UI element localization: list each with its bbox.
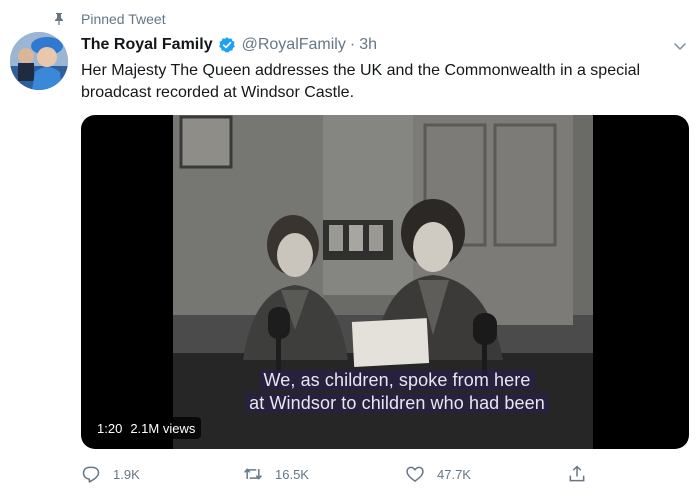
- reply-button[interactable]: 1.9K: [81, 462, 140, 486]
- tweet-text: Her Majesty The Queen addresses the UK a…: [81, 62, 641, 101]
- subtitle-text-2: at Windsor to children who had been: [245, 393, 549, 413]
- retweet-count: 16.5K: [275, 466, 309, 482]
- avatar[interactable]: [10, 32, 68, 90]
- subtitle-text-1: We, as children, spoke from here: [259, 370, 535, 390]
- video-player[interactable]: We, as children, spoke from here at Wind…: [81, 115, 689, 449]
- chevron-down-icon[interactable]: [670, 36, 690, 56]
- video-subtitle-line: We, as children, spoke from here: [227, 370, 567, 391]
- video-subtitle-line: at Windsor to children who had been: [227, 393, 567, 414]
- verified-badge-icon: [218, 37, 235, 53]
- avatar-image: [10, 32, 68, 90]
- separator-dot: ·: [349, 36, 356, 53]
- tweet-action-bar: 1.9K 16.5K 47.7K: [81, 462, 601, 486]
- share-button[interactable]: [567, 462, 587, 486]
- user-handle[interactable]: @RoyalFamily: [242, 36, 346, 54]
- like-count: 47.7K: [437, 466, 471, 482]
- reply-count: 1.9K: [113, 466, 140, 482]
- pinned-label-text: Pinned Tweet: [81, 11, 166, 27]
- display-name[interactable]: The Royal Family: [81, 36, 213, 54]
- pin-icon: [55, 13, 63, 25]
- share-icon: [569, 465, 585, 482]
- reply-icon: [82, 466, 100, 483]
- retweet-icon: [244, 468, 262, 480]
- video-duration: 1:20: [97, 420, 123, 436]
- tweet-header: The Royal Family @RoyalFamily · 3h: [81, 34, 377, 56]
- tweet-timestamp[interactable]: 3h: [359, 36, 377, 54]
- video-view-count: 2.1M views: [130, 420, 196, 436]
- retweet-button[interactable]: 16.5K: [243, 462, 309, 486]
- video-stats-badge: 1:20 2.1M views: [91, 417, 202, 439]
- heart-icon: [406, 466, 424, 482]
- like-button[interactable]: 47.7K: [405, 462, 471, 486]
